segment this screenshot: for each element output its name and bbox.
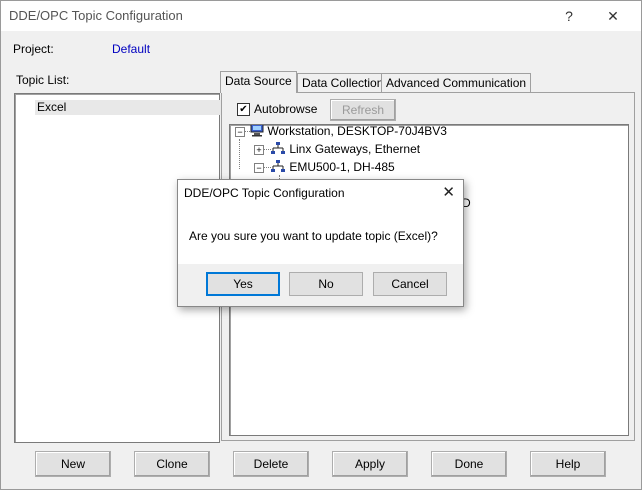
expander-icon[interactable]: − — [254, 163, 264, 173]
network-icon — [271, 160, 285, 172]
topic-list-label: Topic List: — [16, 73, 70, 87]
computer-icon — [250, 125, 264, 137]
window-title: DDE/OPC Topic Configuration — [9, 8, 183, 23]
clone-button[interactable]: Clone — [134, 451, 210, 477]
tree-node-workstation[interactable]: Workstation, DESKTOP-70J4BV3 — [250, 124, 447, 139]
tab-data-source[interactable]: Data Source — [220, 71, 297, 93]
tree-node-linx-gateways[interactable]: Linx Gateways, Ethernet — [270, 141, 420, 157]
network-icon — [271, 142, 285, 154]
dialog-title: DDE/OPC Topic Configuration — [184, 186, 345, 200]
apply-button[interactable]: Apply — [332, 451, 408, 477]
tree-node-label: Workstation, DESKTOP-70J4BV3 — [267, 124, 447, 138]
no-button[interactable]: No — [289, 272, 363, 296]
close-icon[interactable]: ✕ — [603, 6, 623, 26]
autobrowse-label: Autobrowse — [254, 102, 318, 116]
list-item[interactable]: Excel — [35, 100, 221, 115]
tree-node-label: Linx Gateways, Ethernet — [289, 142, 421, 156]
tree-node-emu500[interactable]: EMU500-1, DH-485 — [270, 159, 395, 175]
dialog-message: Are you sure you want to update topic (E… — [189, 229, 438, 243]
done-button[interactable]: Done — [431, 451, 507, 477]
expander-icon[interactable]: − — [235, 127, 245, 137]
project-value: Default — [112, 42, 151, 56]
expander-icon[interactable]: + — [254, 145, 264, 155]
new-button[interactable]: New — [35, 451, 111, 477]
tab-advanced-communication[interactable]: Advanced Communication — [381, 73, 532, 92]
yes-button[interactable]: Yes — [206, 272, 280, 296]
project-label: Project: — [13, 42, 54, 56]
dialog-footer: Yes No Cancel — [178, 264, 463, 306]
title-bar: DDE/OPC Topic Configuration ? ✕ — [1, 1, 641, 31]
autobrowse-checkbox[interactable]: ✔ — [237, 103, 250, 116]
confirm-dialog: DDE/OPC Topic Configuration ✕ Are you su… — [177, 179, 464, 307]
cancel-button[interactable]: Cancel — [373, 272, 447, 296]
tree-node-label: EMU500-1, DH-485 — [289, 160, 395, 174]
help-icon[interactable]: ? — [559, 6, 579, 26]
delete-button[interactable]: Delete — [233, 451, 309, 477]
close-icon[interactable]: ✕ — [442, 183, 455, 201]
help-button[interactable]: Help — [530, 451, 606, 477]
refresh-button[interactable]: Refresh — [330, 99, 396, 121]
tab-data-collection[interactable]: Data Collection — [297, 73, 389, 92]
